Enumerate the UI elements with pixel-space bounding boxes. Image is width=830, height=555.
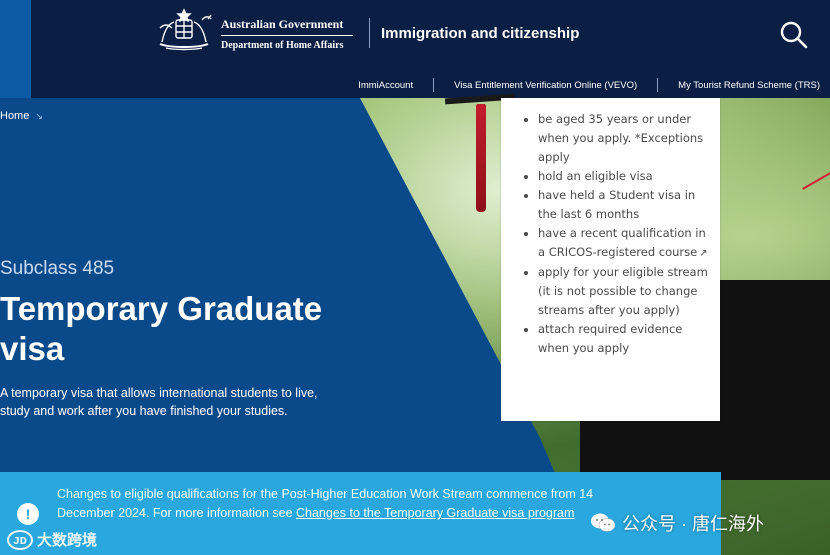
list-item-cricos[interactable]: have a recent qualification in a CRICOS-… (538, 224, 720, 263)
header-divider (369, 18, 370, 48)
watermark-left-text: 大数跨境 (37, 532, 98, 549)
nav-trs[interactable]: My Tourist Refund Scheme (TRS) (668, 80, 830, 91)
watermark-logo-icon: ᴊᴅ (7, 529, 33, 550)
nav-immiaccount[interactable]: ImmiAccount (348, 80, 423, 91)
search-icon[interactable] (779, 20, 809, 50)
header-left-strip (0, 0, 31, 100)
list-item: attach required evidence when you apply (538, 320, 720, 358)
list-item: hold an eligible visa (538, 167, 720, 186)
info-alert-icon: ! (17, 503, 39, 525)
page-title: Temporary Graduate visa (0, 290, 323, 367)
nav-separator (657, 78, 659, 92)
graduation-tassel (476, 104, 486, 212)
watermark-right-text: 公众号 · 唐仁海外 (622, 514, 764, 534)
arrow-down-right-icon: ↘ (35, 110, 43, 121)
requirements-list: be aged 35 years or under when you apply… (538, 110, 720, 358)
gov-line1: Australian Government (221, 17, 353, 36)
ribbon-decoration (802, 168, 830, 190)
government-logo-text[interactable]: Australian Government Department of Home… (221, 17, 353, 51)
page-description: A temporary visa that allows internation… (0, 386, 318, 418)
cricos-link[interactable]: have a recent qualification in a CRICOS-… (538, 226, 706, 259)
breadcrumb-home[interactable]: Home ↘ (0, 110, 43, 122)
coat-of-arms-icon[interactable] (152, 6, 216, 52)
utility-nav: ImmiAccount Visa Entitlement Verificatio… (31, 72, 830, 98)
watermark-right: 公众号 · 唐仁海外 (590, 510, 764, 536)
gov-line2: Department of Home Affairs (221, 40, 344, 51)
list-item: apply for your eligible stream (it is no… (538, 263, 720, 320)
nav-separator (433, 78, 435, 92)
visa-subclass: Subclass 485 (0, 258, 115, 279)
nav-vevo[interactable]: Visa Entitlement Verification Online (VE… (444, 80, 647, 91)
external-link-icon: ↗ (699, 248, 708, 259)
notice-link[interactable]: Changes to the Temporary Graduate visa p… (296, 506, 574, 520)
breadcrumb-home-label: Home (0, 110, 30, 122)
portal-title[interactable]: Immigration and citizenship (381, 25, 579, 42)
watermark-left: ᴊᴅ 大数跨境 (7, 529, 97, 550)
requirements-card: be aged 35 years or under when you apply… (501, 98, 720, 421)
wechat-icon (591, 513, 616, 532)
notice-text: Changes to eligible qualifications for t… (57, 485, 637, 523)
list-item: be aged 35 years or under when you apply… (538, 110, 720, 167)
list-item: have held a Student visa in the last 6 m… (538, 186, 720, 224)
